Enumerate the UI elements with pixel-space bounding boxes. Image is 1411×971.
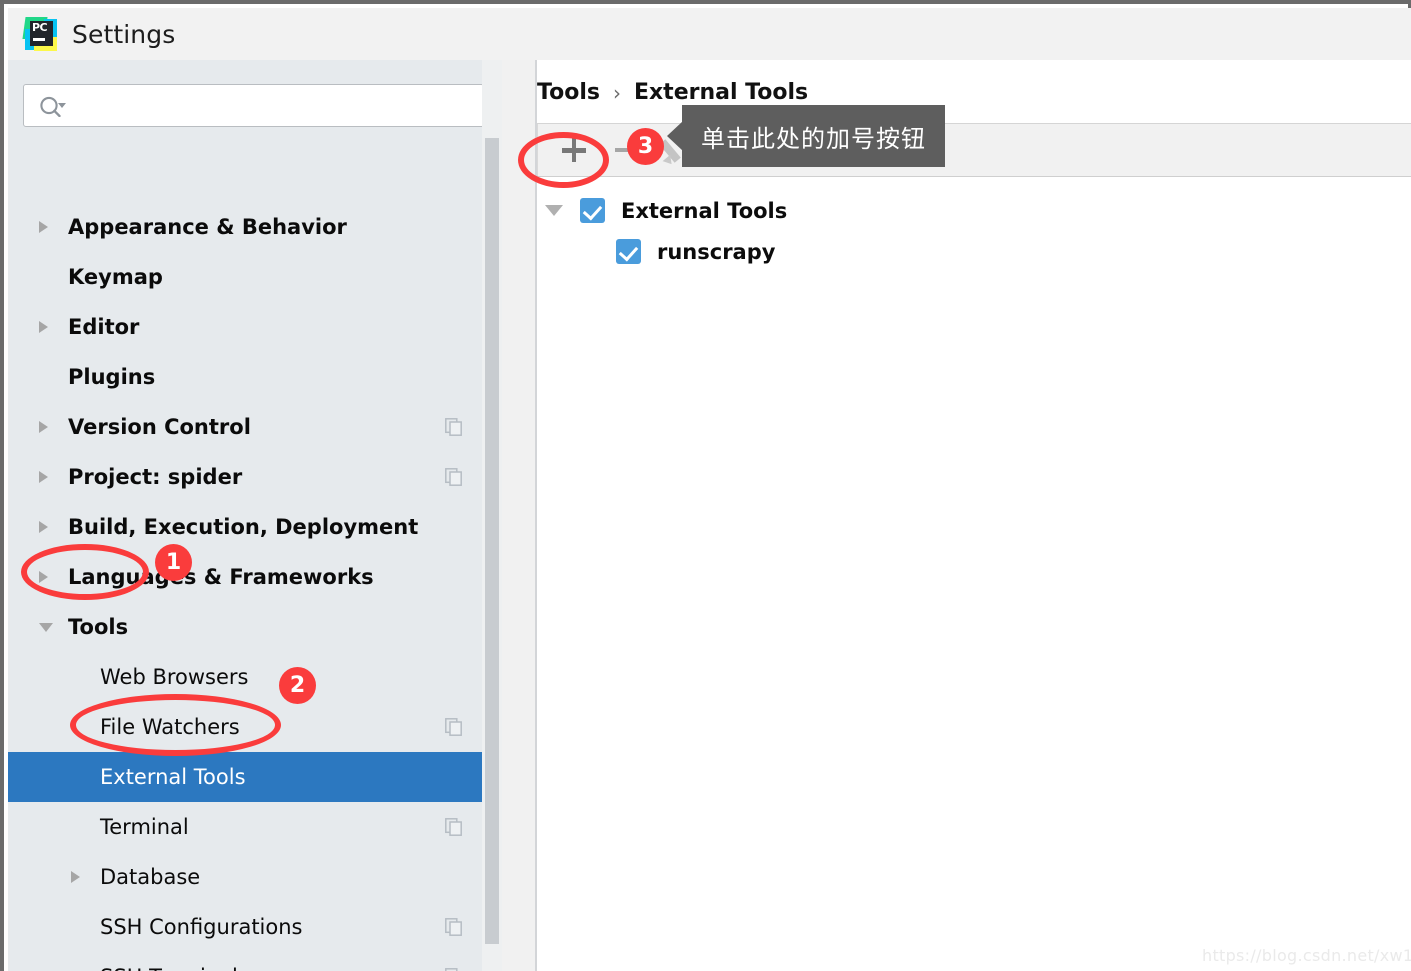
breadcrumb-current: External Tools <box>633 80 809 105</box>
tree-row[interactable]: runscrapy <box>537 231 1411 272</box>
search-icon[interactable] <box>40 96 66 117</box>
tree-item-label: runscrapy <box>657 239 776 264</box>
sidebar-item-label: Database <box>100 865 201 889</box>
sidebar-item-plugins[interactable]: Plugins <box>8 352 482 402</box>
sidebar-item-label: SSH Terminal <box>100 965 238 971</box>
pycharm-logo-icon: PC <box>22 17 58 51</box>
sidebar-item-label: Build, Execution, Deployment <box>68 515 419 539</box>
breadcrumb: Tools › External Tools <box>537 80 808 105</box>
copy-settings-icon[interactable] <box>445 418 462 436</box>
copy-settings-icon[interactable] <box>445 468 462 486</box>
sidebar-item-label: SSH Configurations <box>100 915 303 939</box>
chevron-right-icon[interactable] <box>39 521 48 533</box>
sidebar-item-version-control[interactable]: Version Control <box>8 402 482 452</box>
chevron-down-icon[interactable] <box>545 205 563 216</box>
sidebar-item-label: Project: spider <box>68 465 243 489</box>
copy-settings-icon[interactable] <box>445 718 462 736</box>
chevron-down-icon[interactable] <box>39 622 53 632</box>
sidebar-scrollbar[interactable] <box>482 60 502 971</box>
copy-settings-icon[interactable] <box>445 918 462 936</box>
sidebar-item-editor[interactable]: Editor <box>8 302 482 352</box>
sidebar-item-project-spider[interactable]: Project: spider <box>8 452 482 502</box>
sidebar-item-database[interactable]: Database <box>8 852 482 902</box>
chevron-right-icon[interactable] <box>39 421 48 433</box>
settings-window: PC Settings Appearance & Behavior Keymap <box>0 0 1411 971</box>
chevron-right-icon[interactable] <box>39 471 48 483</box>
sidebar-item-label: Keymap <box>68 265 163 289</box>
sidebar-item-keymap[interactable]: Keymap <box>8 252 482 302</box>
sidebar-item-label: External Tools <box>100 765 246 789</box>
settings-sidebar: Appearance & Behavior Keymap Editor Plug… <box>8 60 482 971</box>
annotation-badge-3: 3 <box>627 128 664 165</box>
sidebar-item-label: Tools <box>68 615 129 639</box>
breadcrumb-separator-icon: › <box>612 80 621 105</box>
annotation-ellipse-external-tools <box>70 694 281 756</box>
search-input[interactable] <box>23 84 482 127</box>
sidebar-item-web-browsers[interactable]: Web Browsers <box>8 652 482 702</box>
window-title: Settings <box>72 19 176 49</box>
annotation-ellipse-tools <box>21 544 149 600</box>
tooltip-tail-icon <box>667 121 683 151</box>
sidebar-item-ssh-terminal[interactable]: SSH Terminal <box>8 952 482 971</box>
tooltip-popup: 单击此处的加号按钮 <box>667 105 945 167</box>
sidebar-item-ssh-configurations[interactable]: SSH Configurations <box>8 902 482 952</box>
annotation-ellipse-add-button <box>518 132 609 188</box>
external-tools-tree: External Tools runscrapy <box>537 190 1411 272</box>
watermark: https://blog.csdn.net/xw1680 <box>1202 946 1411 965</box>
sidebar-item-label: Plugins <box>68 365 156 389</box>
breadcrumb-root[interactable]: Tools <box>537 80 600 105</box>
sidebar-item-tools[interactable]: Tools <box>8 602 482 652</box>
sidebar-scrollbar-thumb[interactable] <box>485 138 499 944</box>
title-bar: PC Settings <box>8 8 1411 60</box>
sidebar-item-label: Editor <box>68 315 140 339</box>
panel-divider[interactable] <box>502 60 537 971</box>
sidebar-item-label: Appearance & Behavior <box>68 215 347 239</box>
sidebar-item-appearance-behavior[interactable]: Appearance & Behavior <box>8 202 482 252</box>
main-panel: Tools › External Tools 单击此处的加号按钮 Externa… <box>537 60 1411 971</box>
sidebar-item-label: Terminal <box>100 815 189 839</box>
tree-item-label: External Tools <box>621 198 788 223</box>
tree-checkbox[interactable] <box>580 198 605 223</box>
chevron-right-icon[interactable] <box>39 221 48 233</box>
annotation-badge-1: 1 <box>155 544 192 581</box>
sidebar-item-terminal[interactable]: Terminal <box>8 802 482 852</box>
tree-checkbox[interactable] <box>616 239 641 264</box>
tooltip-text: 单击此处的加号按钮 <box>701 124 926 153</box>
annotation-badge-2: 2 <box>279 667 316 704</box>
copy-settings-icon[interactable] <box>445 818 462 836</box>
sidebar-item-label: Version Control <box>68 415 251 439</box>
chevron-right-icon[interactable] <box>71 871 80 883</box>
sidebar-item-label: Web Browsers <box>100 665 249 689</box>
sidebar-item-external-tools[interactable]: External Tools <box>8 752 482 802</box>
chevron-right-icon[interactable] <box>39 321 48 333</box>
tree-row[interactable]: External Tools <box>537 190 1411 231</box>
